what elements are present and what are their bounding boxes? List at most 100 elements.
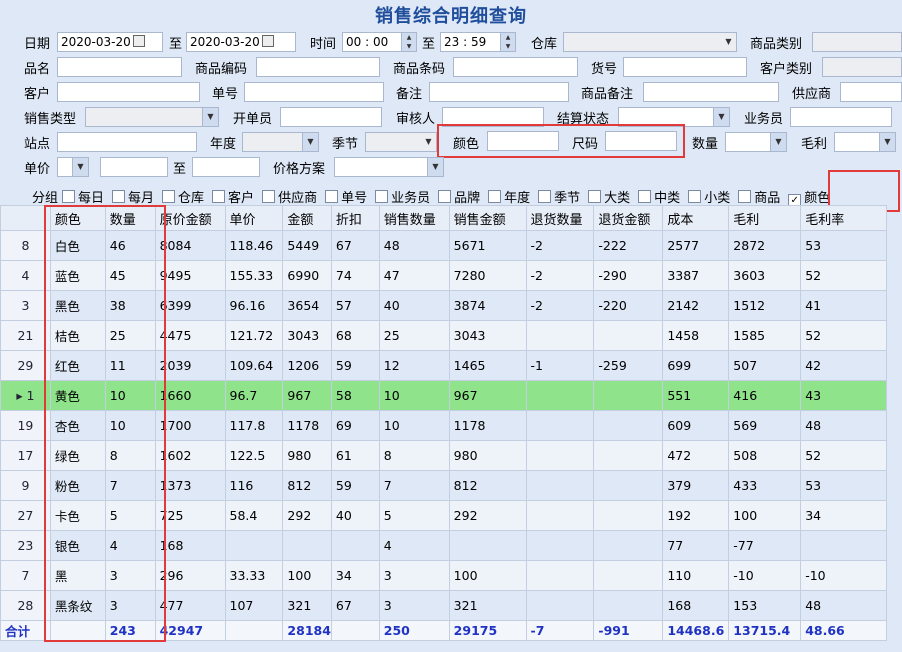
year-label: 年度 [210,137,237,152]
time-from-input[interactable]: 00 : 00 ▲ ▼ [342,32,417,52]
salesman-input[interactable] [790,107,892,127]
group-option[interactable]: 小类 [688,190,730,206]
barcode-input[interactable] [453,57,578,77]
table-cell: 508 [728,440,802,471]
price-to-input[interactable] [192,157,260,177]
row-number: 19 [0,410,51,441]
group-option[interactable]: 每日 [62,190,104,206]
checkbox[interactable] [212,190,226,203]
supplier-input[interactable] [840,82,902,102]
checkbox[interactable] [375,190,389,203]
column-header[interactable]: 毛利率 [800,205,887,231]
item-no-input[interactable] [623,57,747,77]
checkbox[interactable] [488,190,502,203]
column-header[interactable]: 销售数量 [378,205,450,231]
table-cell: 25 [378,320,450,351]
group-option[interactable]: 大类 [588,190,630,206]
group-option[interactable]: 中类 [638,190,681,206]
price-plan-select[interactable]: ▼ [334,157,444,177]
table-cell: 58 [330,380,380,411]
column-header[interactable]: 单价 [224,205,284,231]
group-option[interactable]: 业务员 [375,190,430,206]
column-header[interactable]: 毛利 [728,205,802,231]
table-cell: -259 [593,350,664,381]
year-select[interactable]: ▼ [242,132,319,152]
spin-up-icon[interactable]: ▲ [500,33,515,42]
checkbox[interactable] [538,190,552,203]
group-option[interactable]: 客户 [212,190,254,206]
checkbox[interactable] [262,190,276,203]
name-input[interactable] [57,57,182,77]
column-header[interactable] [0,205,51,231]
total-cell: 13715.4 [728,620,802,641]
group-option-label: 单号 [341,191,368,206]
group-option[interactable]: 仓库 [162,190,204,206]
sale-type-select[interactable]: ▼ [85,107,219,127]
total-cell: 14468.6 [662,620,730,641]
column-header[interactable]: 成本 [662,205,730,231]
checkbox[interactable] [688,190,702,203]
spin-up-icon[interactable]: ▲ [401,33,416,42]
group-option[interactable]: 季节 [538,190,580,206]
group-option[interactable]: 品牌 [438,190,480,206]
profit-select[interactable]: ▼ [834,132,896,152]
site-input[interactable] [57,132,197,152]
column-header[interactable]: 退货数量 [525,205,595,231]
customer-type-select[interactable] [822,57,902,77]
calendar-icon[interactable] [132,35,145,47]
maker-label: 开单员 [233,112,273,127]
checkbox[interactable] [162,190,176,203]
season-select[interactable]: ▼ [365,132,437,152]
customer-type-label: 客户类别 [760,62,813,77]
column-header[interactable]: 退货金额 [593,205,664,231]
checkbox[interactable] [588,190,602,203]
date-from-picker[interactable]: 2020-03-20 [57,32,163,52]
warehouse-select[interactable]: ▼ [563,32,737,52]
checkbox[interactable] [438,190,452,203]
group-options: 每日 每月 仓库 客户 供应商 单号 业务员 品牌 年度 季节 大类 中类 小类 商品 ✓ 颜色 [62,187,902,207]
code-input[interactable] [256,57,380,77]
price-from-input[interactable] [100,157,168,177]
checkbox[interactable] [738,190,752,203]
checkbox[interactable] [325,190,339,203]
row-number: ▸ 1 [0,380,51,411]
maker-input[interactable] [280,107,382,127]
checkbox[interactable] [112,190,126,203]
row-number: 21 [0,320,51,351]
group-option[interactable]: 年度 [488,190,531,206]
calendar-icon[interactable] [261,35,274,47]
group-option-label: 中类 [654,191,681,206]
group-option[interactable]: 商品 [738,190,781,206]
table-cell: 41 [800,290,887,321]
spin-down-icon[interactable]: ▼ [401,42,416,51]
total-cell: -991 [593,620,664,641]
time-to-input[interactable]: 23 : 59 ▲ ▼ [440,32,516,52]
checkbox[interactable] [638,190,652,203]
column-header[interactable]: 销售金额 [448,205,527,231]
group-option[interactable]: 供应商 [262,190,317,206]
category-select[interactable] [812,32,902,52]
table-cell: 52 [800,260,887,291]
customer-input[interactable] [57,82,200,102]
group-option[interactable]: 单号 [325,190,368,206]
checkbox[interactable] [62,190,75,203]
group-option-label: 商品 [754,191,781,206]
table-cell: 7280 [448,260,527,291]
group-option[interactable]: ✓ 颜色 [788,191,830,207]
page-title: 销售综合明细查询 [375,6,527,27]
spin-down-icon[interactable]: ▼ [500,42,515,51]
warehouse-label: 仓库 [531,37,558,52]
qty-select[interactable]: ▼ [725,132,787,152]
table-cell: 34 [800,500,887,531]
group-option[interactable]: 每月 [112,190,154,206]
order-no-input[interactable] [244,82,384,102]
product-remark-input[interactable] [643,82,779,102]
remark-input[interactable] [429,82,569,102]
column-header[interactable]: 金额 [282,205,332,231]
highlight-box [437,124,685,158]
column-header[interactable]: 折扣 [330,205,380,231]
table-cell [525,410,595,441]
date-to-picker[interactable]: 2020-03-20 [186,32,296,52]
price-operator-select[interactable]: ▼ [57,157,89,177]
group-option-label: 年度 [504,191,531,206]
